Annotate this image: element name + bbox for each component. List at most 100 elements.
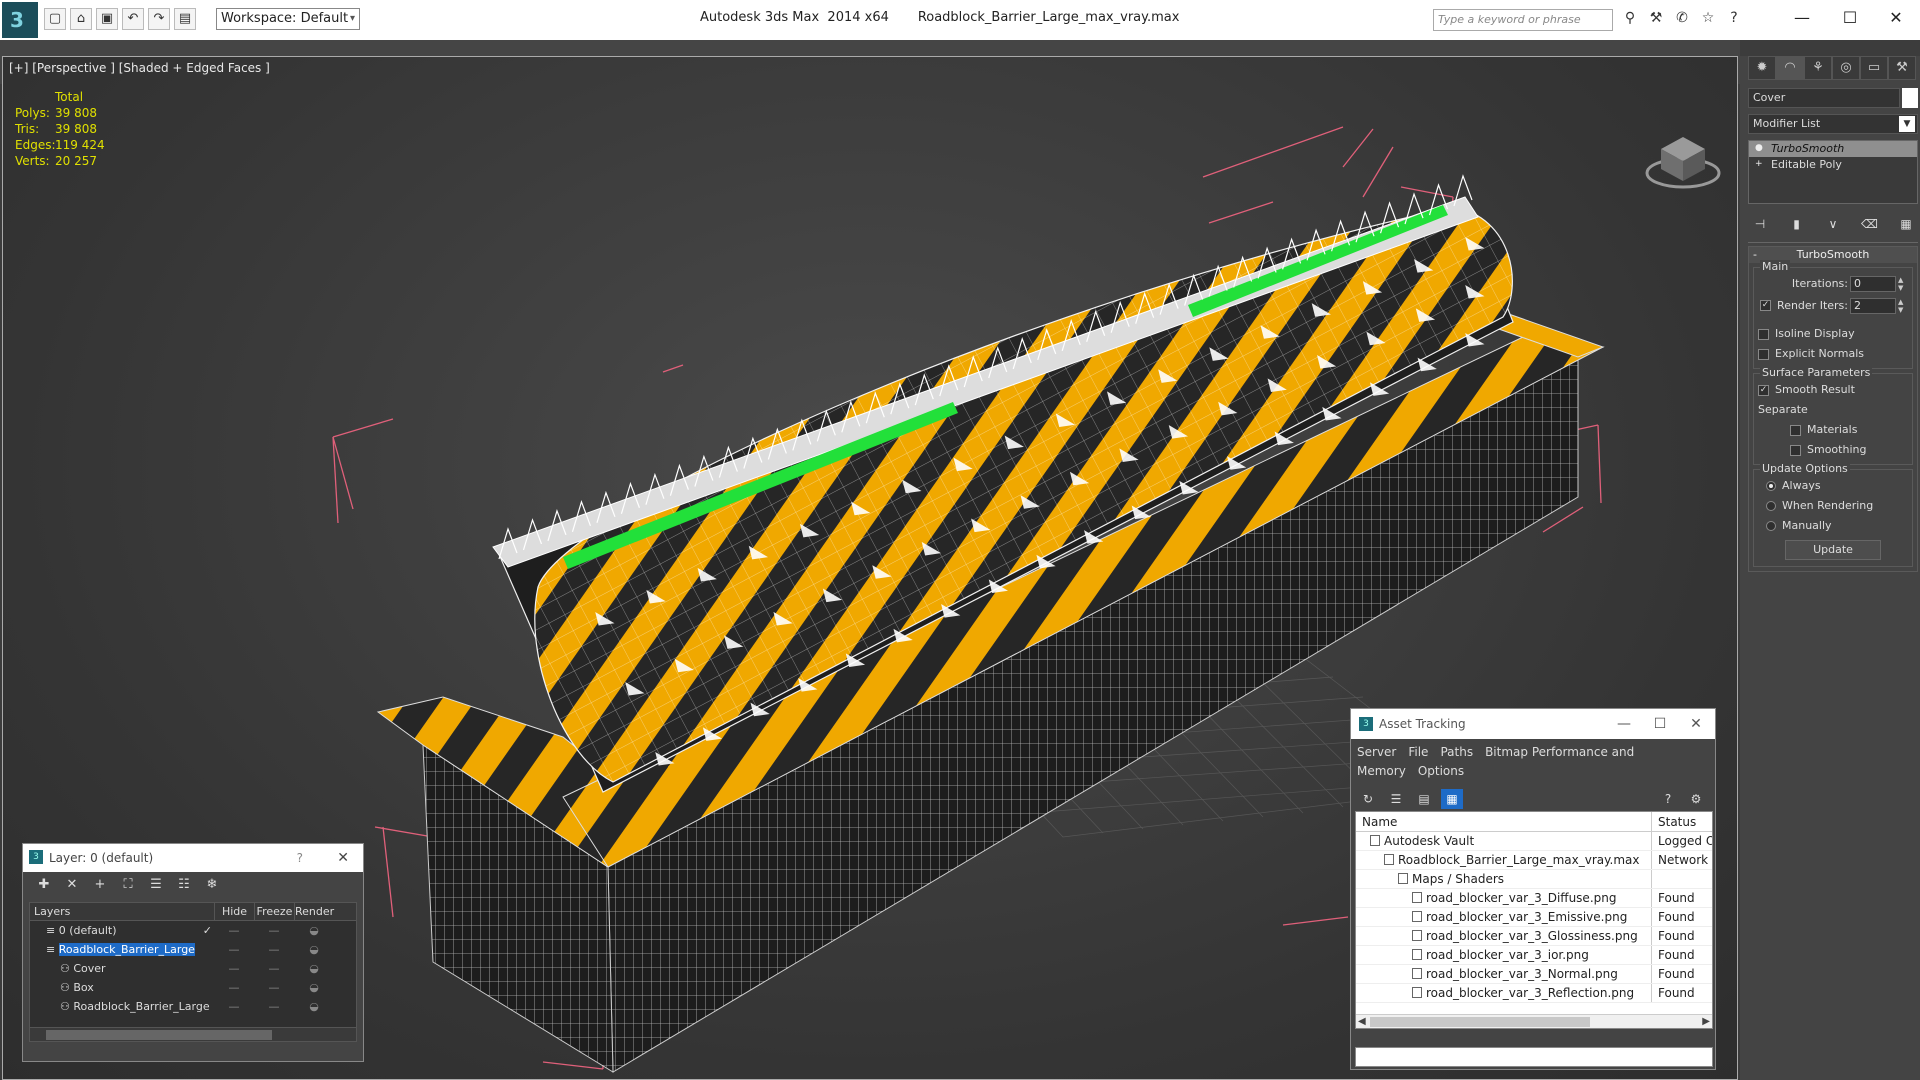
asset-menu-options[interactable]: Options — [1418, 764, 1464, 778]
undo-icon[interactable]: ↶ — [122, 8, 144, 30]
object-name-field[interactable]: Cover — [1748, 88, 1900, 108]
asset-row[interactable]: Maps / Shaders — [1356, 870, 1712, 889]
column-freeze[interactable]: Freeze — [254, 903, 294, 920]
close-button[interactable]: ✕ — [1876, 4, 1916, 32]
open-file-icon[interactable]: ⌂ — [70, 8, 92, 30]
pin-stack-icon[interactable]: ⊣ — [1748, 214, 1772, 234]
minimize-button[interactable]: — — [1609, 709, 1639, 739]
column-name[interactable]: Name — [1356, 812, 1652, 831]
hide-toggle[interactable]: — — [214, 921, 254, 940]
modifier-list-dropdown[interactable]: Modifier List ▼ — [1748, 114, 1918, 134]
layer-row[interactable]: ⚇ Box — — ◒ — [30, 978, 356, 997]
workspace-dropdown[interactable]: Workspace: Default ▾ — [216, 8, 360, 30]
asset-row[interactable]: road_blocker_var_3_Emissive.png Found — [1356, 908, 1712, 927]
smoothing-groups-checkbox[interactable] — [1790, 444, 1801, 456]
freeze-toggle[interactable]: — — [254, 959, 294, 978]
hide-toggle[interactable]: — — [214, 959, 254, 978]
asset-row[interactable]: road_blocker_var_3_Reflection.png Found — [1356, 984, 1712, 1003]
layer-row[interactable]: ≡ 0 (default) ✓ — — ◒ — [30, 921, 356, 940]
close-button[interactable]: ✕ — [337, 844, 349, 872]
modify-tab-icon[interactable]: ◠ — [1776, 56, 1804, 80]
project-folder-icon[interactable]: ▤ — [174, 8, 196, 30]
help-icon[interactable]: ? — [1657, 789, 1679, 809]
spinner-arrows-icon[interactable]: ▲ ▼ — [1898, 298, 1906, 314]
hierarchy-tab-icon[interactable]: ⚘ — [1804, 56, 1832, 80]
asset-row[interactable]: road_blocker_var_3_Diffuse.png Found — [1356, 889, 1712, 908]
options-icon[interactable]: ⚙ — [1685, 789, 1707, 809]
create-tab-icon[interactable]: ✹ — [1748, 56, 1776, 80]
viewcube-widget[interactable] — [1645, 137, 1721, 189]
hide-toggle[interactable]: — — [214, 997, 254, 1016]
expand-plus-icon[interactable]: + — [1755, 159, 1765, 169]
scroll-left-icon[interactable]: ◀ — [1358, 1015, 1366, 1028]
freeze-toggle[interactable]: — — [254, 978, 294, 997]
maximize-button[interactable]: ☐ — [1645, 709, 1675, 739]
render-toggle[interactable]: ◒ — [294, 940, 334, 959]
iterations-spinner[interactable]: 0 — [1850, 276, 1896, 292]
when-rendering-radio[interactable] — [1766, 501, 1776, 511]
always-radio[interactable] — [1766, 481, 1776, 491]
update-button[interactable]: Update — [1785, 540, 1881, 560]
materials-checkbox[interactable] — [1790, 424, 1801, 436]
stack-item-turbosmooth[interactable]: ● TurboSmooth — [1749, 141, 1917, 157]
render-iters-spinner[interactable]: 2 — [1850, 298, 1896, 314]
create-layer-icon[interactable]: ✚ — [35, 876, 53, 894]
spinner-arrows-icon[interactable]: ▲ ▼ — [1898, 276, 1906, 292]
freeze-toggle[interactable]: — — [254, 940, 294, 959]
render-toggle[interactable]: ◒ — [294, 997, 334, 1016]
hide-toggle[interactable]: — — [214, 978, 254, 997]
asset-row[interactable]: Roadblock_Barrier_Large_max_vray.max Netw… — [1356, 851, 1712, 870]
asset-menu-server[interactable]: Server — [1357, 745, 1396, 759]
render-toggle[interactable]: ◒ — [294, 921, 334, 940]
object-color-swatch[interactable] — [1902, 88, 1918, 108]
hide-all-layers-icon[interactable]: ☷ — [175, 876, 193, 894]
minimize-button[interactable]: — — [1782, 4, 1822, 32]
keyword-search-input[interactable]: Type a keyword or phrase — [1433, 9, 1613, 31]
dialog-title-bar[interactable]: 3 Layer: 0 (default) ? ✕ — [23, 844, 363, 872]
redo-icon[interactable]: ↷ — [148, 8, 170, 30]
refresh-icon[interactable]: ↻ — [1357, 789, 1379, 809]
show-end-result-icon[interactable]: ▮ — [1785, 214, 1809, 234]
thumbnail-view-icon[interactable]: ▤ — [1413, 789, 1435, 809]
freeze-toggle[interactable]: — — [254, 921, 294, 940]
list-view-icon[interactable]: ☰ — [1385, 789, 1407, 809]
column-render[interactable]: Render — [294, 903, 334, 920]
scrollbar-thumb[interactable] — [46, 1030, 272, 1040]
column-hide[interactable]: Hide — [214, 903, 254, 920]
motion-tab-icon[interactable]: ◎ — [1832, 56, 1860, 80]
app-logo[interactable]: 3 — [2, 2, 38, 38]
asset-menu-paths[interactable]: Paths — [1440, 745, 1473, 759]
column-status[interactable]: Status — [1652, 812, 1696, 831]
configure-sets-icon[interactable]: ▦ — [1894, 214, 1918, 234]
table-view-icon[interactable]: ▦ — [1441, 789, 1463, 809]
horizontal-scrollbar[interactable] — [30, 1027, 356, 1041]
remove-modifier-icon[interactable]: ⌫ — [1858, 214, 1882, 234]
lightbulb-icon[interactable]: ● — [1755, 143, 1765, 153]
help-icon[interactable]: ? — [1724, 10, 1744, 30]
make-unique-icon[interactable]: ∨ — [1821, 214, 1845, 234]
hide-toggle[interactable]: — — [214, 940, 254, 959]
utilities-tab-icon[interactable]: ⚒ — [1888, 56, 1916, 80]
layer-row[interactable]: ⚇ Cover — — ◒ — [30, 959, 356, 978]
current-layer-check-icon[interactable]: ✓ — [203, 921, 212, 940]
render-toggle[interactable]: ◒ — [294, 959, 334, 978]
display-tab-icon[interactable]: ▭ — [1860, 56, 1888, 80]
viewport-label[interactable]: [+] [Perspective ] [Shaded + Edged Faces… — [9, 61, 270, 75]
help-button[interactable]: ? — [297, 844, 303, 872]
freeze-all-layers-icon[interactable]: ❄ — [203, 876, 221, 894]
horizontal-scrollbar[interactable]: ◀ ▶ — [1356, 1014, 1712, 1028]
stack-item-editable-poly[interactable]: + Editable Poly — [1749, 157, 1917, 173]
highlight-layer-icon[interactable]: ☰ — [147, 876, 165, 894]
binoculars-icon[interactable]: ⚲ — [1620, 10, 1640, 30]
column-layers[interactable]: Layers — [30, 903, 214, 920]
asset-row[interactable]: road_blocker_var_3_Normal.png Found — [1356, 965, 1712, 984]
new-file-icon[interactable]: ▢ — [44, 8, 66, 30]
scrollbar-thumb[interactable] — [1370, 1017, 1590, 1027]
isoline-checkbox[interactable] — [1758, 328, 1769, 340]
asset-row[interactable]: road_blocker_var_3_Glossiness.png Found — [1356, 927, 1712, 946]
subscription-icon[interactable]: ⚒ — [1646, 10, 1666, 30]
explicit-normals-checkbox[interactable] — [1758, 348, 1769, 360]
asset-menu-file[interactable]: File — [1408, 745, 1428, 759]
render-toggle[interactable]: ◒ — [294, 978, 334, 997]
communication-icon[interactable]: ✆ — [1672, 10, 1692, 30]
